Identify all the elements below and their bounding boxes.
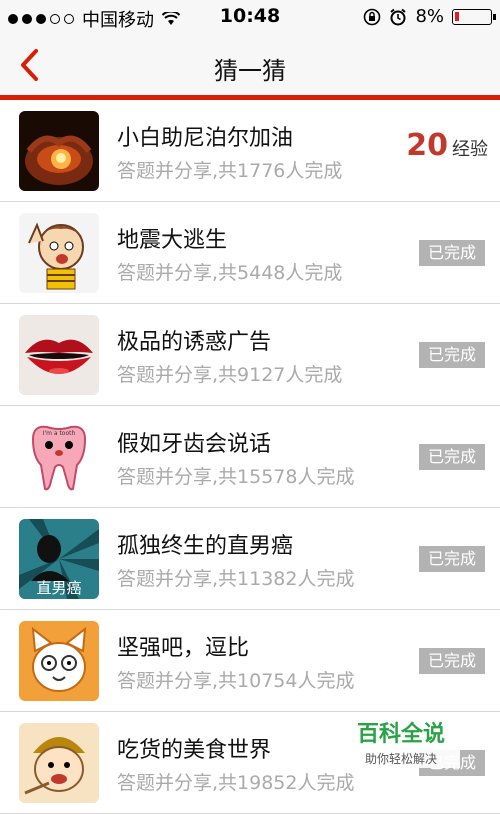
item-title: 坚强吧，逗比 xyxy=(117,636,250,661)
list-item[interactable]: 极品的诱惑广告 答题并分享,共9127人完成 已完成 xyxy=(0,304,500,406)
item-subtitle: 答题并分享,共5448人完成 xyxy=(117,262,343,284)
thumbnail-candle xyxy=(19,111,99,191)
reward-value: 20 xyxy=(406,128,448,163)
item-title: 吃货的美食世界 xyxy=(117,738,272,763)
thumbnail-lips xyxy=(19,315,99,395)
thumbnail-cartoon-boy xyxy=(19,213,99,293)
item-subtitle: 答题并分享,共9127人完成 xyxy=(117,364,343,386)
completed-badge[interactable]: 已完成 xyxy=(419,546,485,572)
thumbnail-cat xyxy=(19,621,99,701)
battery-percent: 8% xyxy=(415,6,444,27)
watermark-subtitle: 助你轻松解决 xyxy=(364,752,437,766)
watermark-logo: 百科全说 助你轻松解决 xyxy=(342,712,460,768)
status-bar: 中国移动 10:48 8% xyxy=(0,0,500,34)
thumbnail-foodie xyxy=(19,723,99,803)
item-subtitle: 答题并分享,共19852人完成 xyxy=(117,772,355,794)
completed-badge[interactable]: 已完成 xyxy=(419,342,485,368)
list-item[interactable]: 坚强吧，逗比 答题并分享,共10754人完成 已完成 xyxy=(0,610,500,712)
list-item[interactable]: I'm a tooth 假如牙齿会说话 答题并分享,共15578人完成 已完成 xyxy=(0,406,500,508)
battery-icon xyxy=(452,8,496,25)
watermark-title: 百科全说 xyxy=(356,722,445,747)
reward-unit: 经验 xyxy=(452,139,488,160)
item-subtitle: 答题并分享,共1776人完成 xyxy=(117,160,343,182)
item-title: 极品的诱惑广告 xyxy=(117,330,272,355)
completed-badge[interactable]: 已完成 xyxy=(419,444,485,470)
item-subtitle: 答题并分享,共11382人完成 xyxy=(117,568,355,590)
quiz-list: 小白助尼泊尔加油 答题并分享,共1776人完成 20 经验 地震大逃生 答题并分… xyxy=(0,100,500,814)
status-right: 8% xyxy=(363,6,496,27)
list-item[interactable]: 直男癌 孤独终生的直男癌 答题并分享,共11382人完成 已完成 xyxy=(0,508,500,610)
list-item[interactable]: 小白助尼泊尔加油 答题并分享,共1776人完成 20 经验 xyxy=(0,100,500,202)
item-title: 地震大逃生 xyxy=(117,228,228,253)
item-subtitle: 答题并分享,共15578人完成 xyxy=(117,466,355,488)
list-item[interactable]: 地震大逃生 答题并分享,共5448人完成 已完成 xyxy=(0,202,500,304)
experience-reward: 20 经验 xyxy=(406,128,488,163)
alarm-icon xyxy=(390,8,407,25)
page-title: 猜一猜 xyxy=(214,57,286,85)
navigation-bar: 猜一猜 xyxy=(0,34,500,95)
item-title: 孤独终生的直男癌 xyxy=(117,534,294,559)
completed-badge[interactable]: 已完成 xyxy=(419,240,485,266)
item-title: 小白助尼泊尔加油 xyxy=(117,126,294,151)
item-subtitle: 答题并分享,共10754人完成 xyxy=(117,670,355,692)
thumb-label: 直男癌 xyxy=(36,579,81,597)
thumbnail-tooth: I'm a tooth xyxy=(19,417,99,497)
thumbnail-silhouette: 直男癌 xyxy=(19,519,99,599)
completed-badge[interactable]: 已完成 xyxy=(419,648,485,674)
rotation-lock-icon xyxy=(364,8,381,25)
item-title: 假如牙齿会说话 xyxy=(117,432,272,457)
thumb-label: I'm a tooth xyxy=(43,430,76,437)
